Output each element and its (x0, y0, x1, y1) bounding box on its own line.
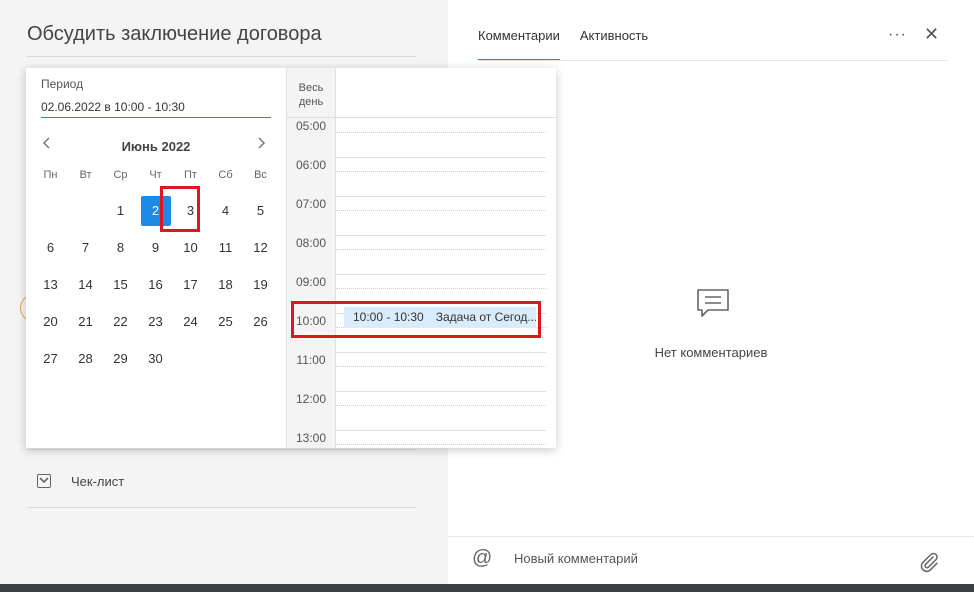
half-hour-slot-line[interactable] (336, 132, 546, 133)
task-title[interactable]: Обсудить заключение договора (27, 23, 322, 46)
date-time-picker: Период Июнь 2022 Пн Вт Ср Чт Пт Сб Вс 12… (26, 68, 556, 448)
tab-comments[interactable]: Комментарии (478, 28, 560, 61)
calendar-day[interactable]: 29 (103, 340, 138, 377)
hour-slot-line[interactable] (336, 274, 546, 275)
calendar-day[interactable]: 7 (68, 229, 103, 266)
weekday-label: Ср (113, 169, 128, 181)
comment-input[interactable] (514, 551, 894, 566)
chevron-right-icon[interactable] (256, 136, 266, 154)
calendar-day[interactable]: 24 (173, 303, 208, 340)
event-highlight (291, 301, 541, 338)
month-label: Июнь 2022 (121, 139, 191, 154)
hour-label: 09:00 (295, 275, 327, 289)
more-button[interactable]: ··· (888, 26, 907, 44)
half-hour-slot-line[interactable] (336, 444, 546, 445)
calendar-day[interactable]: 26 (243, 303, 278, 340)
all-day-label: Весь день (298, 82, 324, 108)
calendar-day[interactable]: 21 (68, 303, 103, 340)
hour-label: 08:00 (295, 236, 327, 250)
title-underline (27, 56, 416, 57)
half-hour-slot-line[interactable] (336, 405, 546, 406)
calendar-day[interactable]: 30 (138, 340, 173, 377)
attachment-icon[interactable] (918, 551, 940, 578)
selected-day-highlight (160, 186, 200, 232)
calendar-day[interactable]: 18 (208, 266, 243, 303)
hour-slot-line[interactable] (336, 430, 546, 431)
period-input[interactable] (41, 96, 271, 118)
half-hour-slot-line[interactable] (336, 366, 546, 367)
calendar-day[interactable]: 11 (208, 229, 243, 266)
hour-label: 12:00 (295, 392, 327, 406)
half-hour-slot-line[interactable] (336, 210, 546, 211)
hour-label: 07:00 (295, 197, 327, 211)
calendar-day[interactable]: 23 (138, 303, 173, 340)
calendar-day[interactable]: 5 (243, 192, 278, 229)
comment-tabs: Комментарии Активность (478, 28, 648, 61)
hour-slot-line[interactable] (336, 391, 546, 392)
hour-label: 05:00 (295, 119, 327, 133)
comment-bubble-icon (696, 288, 730, 323)
calendar-day[interactable]: 15 (103, 266, 138, 303)
hour-slot-line[interactable] (336, 157, 546, 158)
checklist-label: Чек-лист (71, 474, 125, 489)
calendar-day[interactable]: 10 (173, 229, 208, 266)
hour-slot-line[interactable] (336, 352, 546, 353)
tabs-divider (478, 60, 947, 61)
calendar-day[interactable]: 28 (68, 340, 103, 377)
period-label: Период (41, 77, 84, 91)
tab-activity[interactable]: Активность (580, 28, 648, 61)
weekday-label: Сб (218, 169, 233, 181)
weekday-label: Пт (184, 169, 197, 181)
calendar-day[interactable]: 16 (138, 266, 173, 303)
calendar-day[interactable]: 4 (208, 192, 243, 229)
weekday-label: Чт (149, 169, 162, 181)
calendar-day[interactable]: 19 (243, 266, 278, 303)
calendar: Период Июнь 2022 Пн Вт Ср Чт Пт Сб Вс 12… (26, 68, 286, 448)
hour-slot-line[interactable] (336, 196, 546, 197)
calendar-day[interactable]: 12 (243, 229, 278, 266)
half-hour-slot-line[interactable] (336, 249, 546, 250)
calendar-day[interactable]: 14 (68, 266, 103, 303)
half-hour-slot-line[interactable] (336, 171, 546, 172)
calendar-day[interactable]: 25 (208, 303, 243, 340)
weekday-header: Пн Вт Ср Чт Пт Сб Вс (33, 169, 278, 181)
checklist-icon (37, 474, 51, 488)
comment-composer: @ (448, 536, 974, 584)
half-hour-slot-line[interactable] (336, 288, 546, 289)
hour-label: 13:00 (295, 431, 327, 445)
section-divider (27, 449, 416, 450)
calendar-day[interactable]: 20 (33, 303, 68, 340)
checklist-row[interactable]: Чек-лист (27, 470, 416, 508)
day-timeline: Весь день 05:00 06:00 07:00 08:00 09:00 10:00 1… (286, 68, 556, 448)
close-button[interactable]: ✕ (924, 24, 939, 45)
calendar-day[interactable]: 6 (33, 229, 68, 266)
weekday-label: Вт (79, 169, 92, 181)
calendar-day[interactable]: 22 (103, 303, 138, 340)
hour-slot-line[interactable] (336, 235, 546, 236)
calendar-day[interactable]: 1 (103, 192, 138, 229)
calendar-day[interactable]: 9 (138, 229, 173, 266)
mention-icon[interactable]: @ (472, 547, 492, 570)
all-day-divider (286, 117, 556, 118)
calendar-day[interactable]: 27 (33, 340, 68, 377)
calendar-day[interactable]: 13 (33, 266, 68, 303)
weekday-label: Пн (43, 169, 58, 181)
weekday-label: Вс (254, 169, 267, 181)
hour-label: 11:00 (296, 353, 326, 367)
bottom-bar (0, 584, 974, 592)
calendar-day[interactable]: 17 (173, 266, 208, 303)
hour-label: 06:00 (295, 158, 327, 172)
calendar-day[interactable]: 8 (103, 229, 138, 266)
